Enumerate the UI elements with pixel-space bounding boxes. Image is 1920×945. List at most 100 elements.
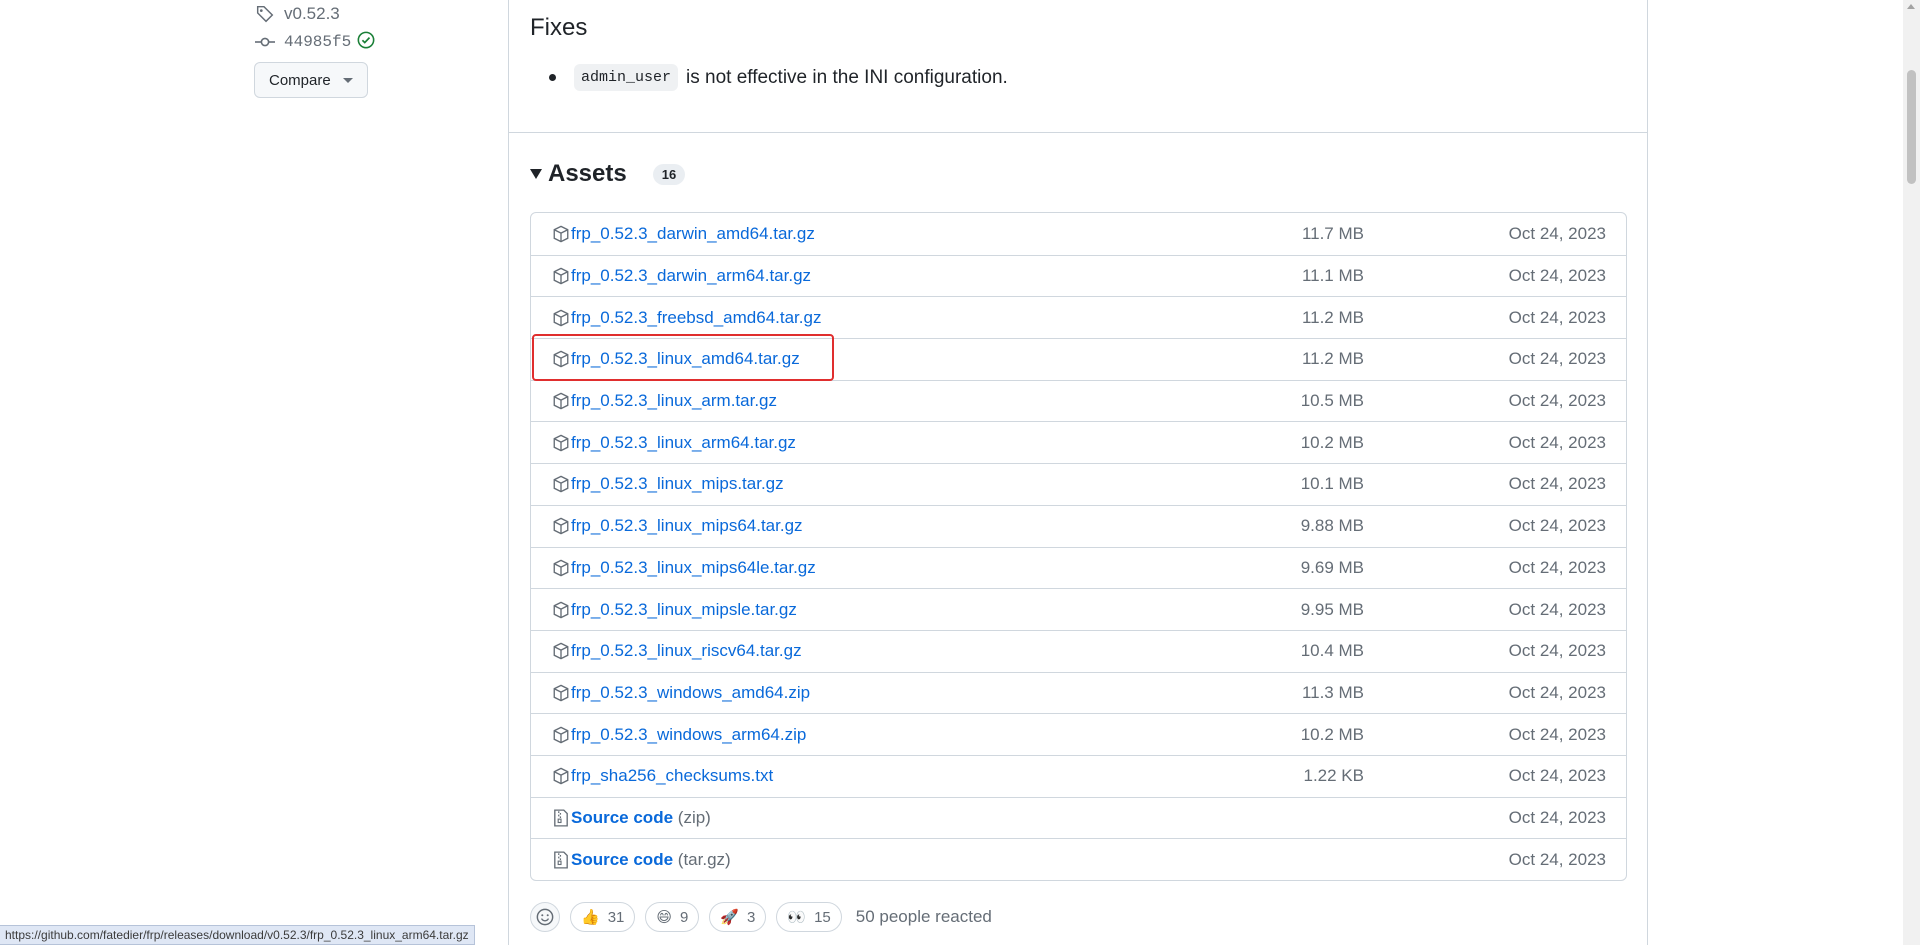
reaction-count: 15 bbox=[814, 908, 831, 926]
asset-size: 10.2 MB bbox=[1300, 724, 1364, 744]
asset-link[interactable]: Source code (zip) bbox=[571, 808, 711, 828]
asset-link[interactable]: frp_0.52.3_linux_mipsle.tar.gz bbox=[571, 600, 797, 620]
asset-size: 11.7 MB bbox=[1301, 223, 1364, 243]
asset-link[interactable]: frp_0.52.3_windows_amd64.zip bbox=[571, 683, 810, 703]
scroll-up-arrow-icon[interactable] bbox=[1907, 4, 1915, 9]
reaction-emoji: 👀 bbox=[787, 909, 807, 926]
assets-heading: Assets bbox=[548, 160, 627, 187]
status-bar-url: https://github.com/fatedier/frp/releases… bbox=[0, 925, 475, 945]
asset-row: frp_0.52.3_windows_arm64.zip 10.2 MB Oct 2… bbox=[531, 713, 1626, 755]
asset-link[interactable]: frp_0.52.3_darwin_arm64.tar.gz bbox=[571, 266, 811, 286]
vertical-scrollbar[interactable] bbox=[1903, 0, 1920, 945]
bullet bbox=[549, 74, 556, 81]
package-icon bbox=[551, 600, 571, 620]
asset-row: frp_0.52.3_linux_mips64.tar.gz 9.88 MB Oct… bbox=[531, 504, 1626, 547]
asset-name: frp_0.52.3_linux_mips64le.tar.gz bbox=[571, 557, 816, 577]
asset-row: frp_0.52.3_linux_arm.tar.gz 10.5 MB Oct 24… bbox=[531, 379, 1626, 422]
add-reaction-button[interactable] bbox=[530, 902, 560, 932]
asset-date: Oct 24, 2023 bbox=[1508, 349, 1606, 369]
package-icon bbox=[551, 474, 571, 494]
asset-size: 11.1 MB bbox=[1301, 266, 1364, 286]
asset-size: 10.5 MB bbox=[1300, 391, 1364, 411]
assets-list: frp_0.52.3_darwin_amd64.tar.gz 11.7 MB Oct… bbox=[530, 212, 1627, 881]
compare-button[interactable]: Compare bbox=[254, 62, 368, 98]
asset-suffix: (tar.gz) bbox=[677, 849, 731, 869]
reaction-button[interactable]: 🚀 3 bbox=[709, 902, 767, 932]
reaction-count: 9 bbox=[680, 908, 689, 926]
reaction-button[interactable]: 👀 15 bbox=[776, 902, 842, 932]
asset-name: frp_0.52.3_windows_arm64.zip bbox=[571, 724, 807, 744]
tag-icon bbox=[254, 3, 276, 25]
smiley-icon bbox=[536, 908, 554, 926]
asset-row: frp_0.52.3_linux_mips.tar.gz 10.1 MB Oct 2… bbox=[531, 463, 1626, 505]
triangle-down-icon bbox=[530, 169, 542, 179]
asset-name: frp_0.52.3_freebsd_amd64.tar.gz bbox=[571, 307, 822, 327]
reaction-button[interactable]: 👍 31 bbox=[570, 902, 636, 932]
commit-row[interactable]: 44985f5 bbox=[254, 28, 504, 56]
reaction-button[interactable]: 😄 9 bbox=[645, 902, 700, 932]
package-icon bbox=[551, 349, 571, 369]
asset-link[interactable]: frp_0.52.3_windows_arm64.zip bbox=[571, 725, 806, 745]
package-icon bbox=[551, 433, 571, 453]
asset-link[interactable]: frp_0.52.3_linux_mips64.tar.gz bbox=[571, 516, 803, 536]
commit-sha[interactable]: 44985f5 bbox=[284, 33, 351, 51]
reactions-total: 50 people reacted bbox=[855, 907, 992, 926]
scrollbar-thumb[interactable] bbox=[1907, 70, 1916, 184]
verified-check-icon bbox=[357, 31, 375, 54]
asset-link[interactable]: frp_0.52.3_linux_mips.tar.gz bbox=[571, 474, 784, 494]
asset-name: frp_0.52.3_darwin_amd64.tar.gz bbox=[571, 223, 815, 243]
asset-row: frp_0.52.3_linux_arm64.tar.gz 10.2 MB Oct … bbox=[531, 421, 1626, 463]
asset-link[interactable]: frp_0.52.3_freebsd_amd64.tar.gz bbox=[571, 308, 821, 328]
asset-name: frp_0.52.3_darwin_arm64.tar.gz bbox=[571, 266, 812, 286]
package-icon bbox=[551, 725, 571, 745]
tag-row[interactable]: v0.52.3 bbox=[254, 0, 504, 28]
section-divider bbox=[509, 132, 1647, 133]
asset-size: 10.4 MB bbox=[1300, 641, 1364, 661]
asset-date: Oct 24, 2023 bbox=[1508, 307, 1606, 327]
asset-date: Oct 24, 2023 bbox=[1508, 807, 1606, 827]
assets-summary-toggle[interactable]: Assets 16 bbox=[530, 160, 686, 188]
asset-name: frp_0.52.3_windows_amd64.zip bbox=[571, 682, 811, 702]
asset-row: frp_0.52.3_linux_mips64le.tar.gz 9.69 MB O… bbox=[531, 546, 1626, 589]
asset-row: frp_0.52.3_linux_riscv64.tar.gz 10.4 MB Oc… bbox=[531, 629, 1626, 672]
commit-icon bbox=[254, 31, 276, 53]
asset-name: frp_0.52.3_linux_riscv64.tar.gz bbox=[571, 641, 802, 661]
asset-date: Oct 24, 2023 bbox=[1508, 641, 1606, 661]
asset-name: frp_0.52.3_linux_mipsle.tar.gz bbox=[571, 599, 797, 619]
fix-text: is not effective in the INI configuratio… bbox=[686, 66, 1008, 88]
asset-row: frp_sha256_checksums.txt 1.22 KB Oct 24, 2… bbox=[531, 754, 1626, 797]
chevron-down-icon bbox=[342, 77, 353, 83]
asset-size: 9.69 MB bbox=[1300, 557, 1364, 577]
file-zip-icon bbox=[551, 850, 571, 870]
asset-link[interactable]: frp_0.52.3_linux_arm.tar.gz bbox=[571, 391, 777, 411]
package-icon bbox=[551, 683, 571, 703]
asset-link[interactable]: frp_sha256_checksums.txt bbox=[571, 766, 773, 786]
asset-date: Oct 24, 2023 bbox=[1508, 849, 1606, 869]
asset-row: Source code (tar.gz) Oct 24, 2023 bbox=[531, 838, 1626, 880]
asset-link[interactable]: frp_0.52.3_linux_riscv64.tar.gz bbox=[571, 641, 802, 661]
asset-date: Oct 24, 2023 bbox=[1508, 223, 1606, 243]
asset-link[interactable]: frp_0.52.3_linux_amd64.tar.gz bbox=[571, 349, 800, 369]
asset-size: 9.88 MB bbox=[1300, 516, 1364, 536]
asset-name: Source code bbox=[571, 807, 674, 827]
asset-date: Oct 24, 2023 bbox=[1508, 682, 1606, 702]
compare-label: Compare bbox=[269, 71, 331, 89]
reactions-bar: 👍 31 😄 9 🚀 3 👀 15 50 people reacted bbox=[530, 902, 992, 932]
asset-name: frp_0.52.3_linux_mips64.tar.gz bbox=[571, 516, 803, 536]
asset-row: frp_0.52.3_darwin_amd64.tar.gz 11.7 MB Oct… bbox=[531, 213, 1626, 255]
asset-size: 11.2 MB bbox=[1301, 349, 1364, 369]
asset-link[interactable]: frp_0.52.3_linux_arm64.tar.gz bbox=[571, 433, 796, 453]
asset-row: frp_0.52.3_linux_amd64.tar.gz 11.2 MB Oct … bbox=[531, 338, 1626, 380]
asset-row: frp_0.52.3_freebsd_amd64.tar.gz 11.2 MB Oc… bbox=[531, 296, 1626, 338]
package-icon bbox=[551, 224, 571, 244]
release-sidebar: v0.52.3 44985f5 Compare bbox=[254, 0, 504, 98]
package-icon bbox=[551, 641, 571, 661]
asset-size: 1.22 KB bbox=[1303, 766, 1365, 786]
package-icon bbox=[551, 391, 571, 411]
asset-link[interactable]: Source code (tar.gz) bbox=[571, 850, 731, 870]
asset-link[interactable]: frp_0.52.3_linux_mips64le.tar.gz bbox=[571, 558, 816, 578]
package-icon bbox=[551, 308, 571, 328]
asset-link[interactable]: frp_0.52.3_darwin_amd64.tar.gz bbox=[571, 224, 815, 244]
asset-date: Oct 24, 2023 bbox=[1508, 266, 1606, 286]
assets-count-badge: 16 bbox=[652, 163, 686, 185]
